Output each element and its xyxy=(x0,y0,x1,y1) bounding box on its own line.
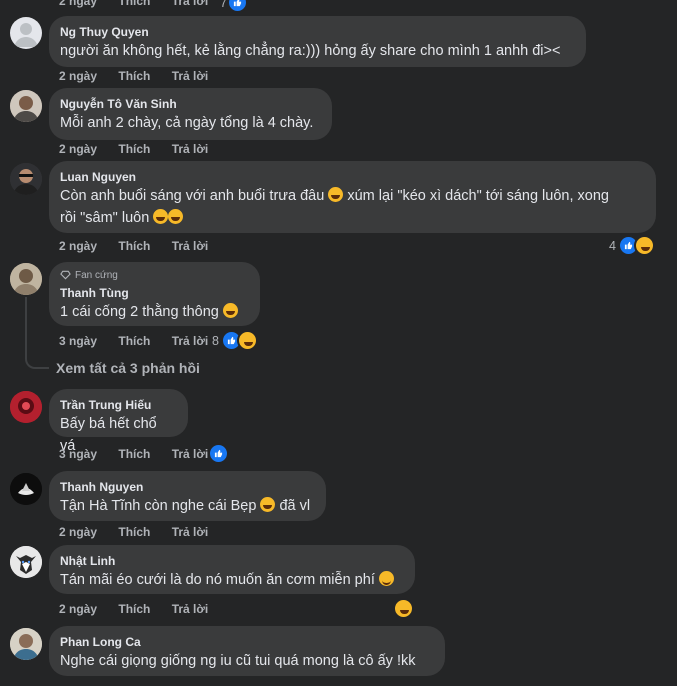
comment-text: 1 cái cống 2 thằng thông xyxy=(60,301,248,323)
like-icon xyxy=(226,0,248,13)
author-name[interactable]: Ng Thuy Quyen xyxy=(60,24,574,40)
reply-button[interactable]: Trả lời xyxy=(172,334,209,348)
fan-badge: Fan cứng xyxy=(60,268,248,282)
comment-text: Tận Hà Tĩnh còn nghe cái Bẹp đã vl xyxy=(60,497,311,514)
time[interactable]: 2 ngày xyxy=(59,525,97,539)
author-name[interactable]: Nhật Linh xyxy=(60,553,403,569)
comment-actions: 2 ngày Thích Trả lời xyxy=(59,142,226,156)
like-button[interactable]: Thích xyxy=(118,239,150,253)
comment-text: Nghe cái giọng giống ng iu cũ tui quá mo… xyxy=(60,653,416,669)
comment-bubble: Fan cứng Thanh Tùng 1 cái cống 2 thằng t… xyxy=(49,262,260,326)
comment-actions: 3 ngày Thích Trả lời xyxy=(59,447,226,461)
diamond-icon xyxy=(60,270,71,280)
laughing-emoji-icon xyxy=(153,209,169,224)
comment-bubble: Trần Trung Hiếu Bấy bá hết chổ vá xyxy=(49,389,188,454)
top-actions: 2 ngày Thích Trả lời xyxy=(59,0,226,8)
comment-text: Còn anh buổi sáng với anh buổi trưa đâu … xyxy=(60,187,609,204)
avatar[interactable] xyxy=(10,17,42,49)
author-name[interactable]: Phan Long Ca xyxy=(60,634,433,650)
haha-icon xyxy=(236,330,258,351)
time[interactable]: 2 ngày xyxy=(59,142,97,156)
like-button[interactable]: Thích xyxy=(118,525,150,539)
comment-text-line2: rồi "sâm" luôn xyxy=(60,207,644,229)
avatar[interactable] xyxy=(10,391,42,423)
author-name[interactable]: Trần Trung Hiếu xyxy=(60,397,176,413)
comment-text: Mỗi anh 2 chày, cả ngày tổng là 4 chày. xyxy=(60,115,314,131)
comment-actions: 2 ngày Thích Trả lời xyxy=(59,525,226,539)
like-button[interactable]: Thích xyxy=(118,142,150,156)
reply-button[interactable]: Trả lời xyxy=(172,525,209,539)
avatar[interactable] xyxy=(10,263,42,295)
reply-button[interactable]: Trả lời xyxy=(172,239,209,253)
like-button[interactable]: Thích xyxy=(118,69,150,83)
comment-bubble: Thanh Nguyen Tận Hà Tĩnh còn nghe cái Bẹ… xyxy=(49,471,326,521)
laughing-emoji-icon xyxy=(260,497,276,512)
avatar[interactable] xyxy=(10,546,42,578)
time[interactable]: 3 ngày xyxy=(59,447,97,461)
comment-bubble: Ng Thuy Quyen người ăn không hết, kẻ lằn… xyxy=(49,16,586,67)
laughing-emoji-icon xyxy=(328,187,344,202)
comment-actions: 3 ngày Thích Trả lời xyxy=(59,334,226,348)
like-icon xyxy=(208,443,229,464)
like-button[interactable]: Thích xyxy=(118,334,150,348)
avatar[interactable] xyxy=(10,628,42,660)
reply-button[interactable]: Trả lời xyxy=(172,602,209,616)
time[interactable]: 2 ngày xyxy=(59,602,97,616)
smile-emoji-icon xyxy=(378,571,394,586)
thread-line xyxy=(25,297,49,369)
like-button[interactable]: Thích xyxy=(118,0,150,8)
reaction-summary[interactable]: 4 xyxy=(609,235,655,256)
laughing-emoji-icon xyxy=(168,209,184,224)
reply-button[interactable]: Trả lời xyxy=(172,142,209,156)
comment-actions: 2 ngày Thích Trả lời xyxy=(59,602,226,616)
reaction-count[interactable]: 7 xyxy=(220,0,248,13)
laughing-emoji-icon xyxy=(222,303,238,318)
view-replies-link[interactable]: Xem tất cả 3 phản hồi xyxy=(56,360,200,376)
author-name[interactable]: Thanh Nguyen xyxy=(60,479,314,495)
comment-text: người ăn không hết, kẻ lằng chẳng ra:)))… xyxy=(60,43,561,59)
like-button[interactable]: Thích xyxy=(118,602,150,616)
reply-button[interactable]: Trả lời xyxy=(172,0,209,8)
comment-bubble: Luan Nguyen Còn anh buổi sáng với anh bu… xyxy=(49,161,656,233)
reply-button[interactable]: Trả lời xyxy=(172,69,209,83)
avatar[interactable] xyxy=(10,163,42,195)
time[interactable]: 2 ngày xyxy=(59,239,97,253)
like-button[interactable]: Thích xyxy=(118,447,150,461)
comment-actions: 2 ngày Thích Trả lời xyxy=(59,69,226,83)
haha-icon xyxy=(393,598,414,619)
comment-bubble: Nhật Linh Tán mãi éo cưới là do nó muốn … xyxy=(49,545,415,594)
time[interactable]: 3 ngày xyxy=(59,334,97,348)
comment-bubble: Nguyễn Tô Văn Sinh Mỗi anh 2 chày, cả ng… xyxy=(49,88,332,140)
reply-button[interactable]: Trả lời xyxy=(172,447,209,461)
author-name[interactable]: Luan Nguyen xyxy=(60,169,644,185)
reaction-summary[interactable]: 8 xyxy=(212,330,258,351)
avatar[interactable] xyxy=(10,473,42,505)
haha-icon xyxy=(633,235,655,256)
time[interactable]: 2 ngày xyxy=(59,69,97,83)
comment-text: Tán mãi éo cưới là do nó muốn ăn cơm miễ… xyxy=(60,569,403,591)
time: 2 ngày xyxy=(59,0,98,8)
author-name[interactable]: Nguyễn Tô Văn Sinh xyxy=(60,96,320,112)
reaction-summary[interactable] xyxy=(208,443,229,464)
avatar[interactable] xyxy=(10,90,42,122)
author-name[interactable]: Thanh Tùng xyxy=(60,285,248,301)
reaction-summary[interactable] xyxy=(393,598,414,619)
comment-bubble: Phan Long Ca Nghe cái giọng giống ng iu … xyxy=(49,626,445,676)
comment-actions: 2 ngày Thích Trả lời xyxy=(59,239,226,253)
